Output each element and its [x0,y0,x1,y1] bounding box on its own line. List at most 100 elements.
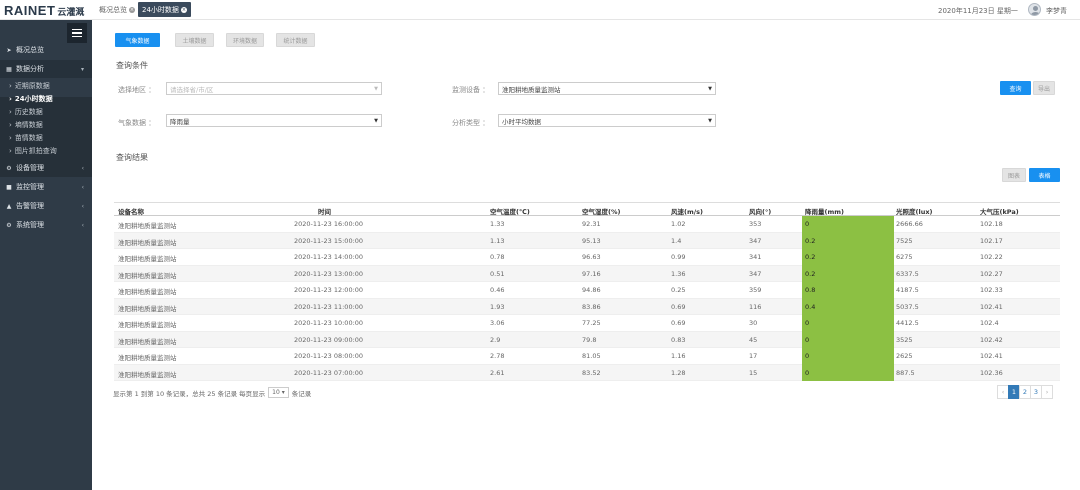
table-cell: 0 [805,352,810,360]
table-cell: 2020-11-23 08:00:00 [294,352,364,360]
sidebar-item-monitor[interactable]: ■ 监控管理 ‹ [0,178,92,196]
table-row[interactable]: 淮阳耕地质量监测站 2020-11-23 10:00:00 3.06 77.25 0.6… [114,315,1060,332]
table-row[interactable]: 淮阳耕地质量监测站 2020-11-23 15:00:00 1.13 95.13 1.4… [114,232,1060,249]
menu-toggle-button[interactable] [67,23,87,43]
sidebar-item-system[interactable]: ⚙ 系统管理 ‹ [0,216,92,234]
table-cell: 2020-11-23 12:00:00 [294,286,364,294]
col-header[interactable]: 风向(°) [749,206,771,216]
sidebar-item-overview[interactable]: ➤ 概况总览 [0,41,92,59]
table-cell: 1.4 [671,236,682,245]
table-cell: 17 [749,352,758,360]
page-size-value: 10 [272,389,280,396]
chevron-left-icon: ‹ [81,221,84,229]
table-row[interactable]: 淮阳耕地质量监测站 2020-11-23 12:00:00 0.46 94.86 0.2… [114,282,1060,299]
device-value: 淮阳耕地质量监测站 [502,85,561,94]
close-icon[interactable]: × [180,6,187,13]
table-cell: 347 [749,269,762,278]
region-select[interactable]: 请选择省/市/区 ▼ [166,82,382,95]
col-header[interactable]: 风速(m/s) [671,206,703,216]
col-header[interactable]: 时间 [318,206,331,216]
sidebar-subitem-24h[interactable]: › 24小时数据 [9,92,53,105]
tab-env-data[interactable]: 环境数据 [226,33,264,47]
tab-overview[interactable]: 概况总览 × [95,2,139,17]
logo-subtext: 云灌溉 [57,8,85,18]
table-header: 设备名称 时间 空气温度(℃) 空气湿度(%) 风速(m/s) 风向(°) 降雨… [114,202,1060,216]
table-row[interactable]: 淮阳耕地质量监测站 2020-11-23 07:00:00 2.61 83.52 1.2… [114,364,1060,381]
meteo-select[interactable]: 降雨量 ▼ [166,114,382,127]
close-icon[interactable]: × [129,6,135,13]
export-button[interactable]: 导出 [1033,81,1055,95]
table-cell: 0.78 [490,253,505,261]
table-cell: 97.16 [582,269,601,278]
table-cell: 341 [749,253,762,261]
sidebar-item-data-analysis[interactable]: ▦ 数据分析 ▾ [0,60,92,78]
col-header[interactable]: 设备名称 [118,206,144,216]
table-cell: 102.33 [980,286,1003,294]
send-icon: ➤ [6,46,12,54]
table-cell: 0.4 [805,302,816,311]
sidebar-subitem-history[interactable]: › 历史数据 [9,105,43,118]
table-cell: 92.31 [582,220,601,228]
tab-24h-data[interactable]: 24小时数据 × [138,2,191,17]
sidebar-subitem-label: 图片抓拍查询 [14,146,57,155]
sidebar-item-device[interactable]: ⚙ 设备管理 ‹ [0,159,92,177]
col-header[interactable]: 降雨量(mm) [805,206,844,216]
table-cell: 2.61 [490,368,505,377]
table-cell: 2020-11-23 11:00:00 [294,302,364,311]
analysis-label: 分析类型 ： [452,119,490,127]
table-cell: 0.99 [671,253,686,261]
table-cell: 淮阳耕地质量监测站 [118,255,177,263]
sidebar-subitem-label: 历史数据 [14,107,43,116]
rainfall-cell-highlight [802,265,894,282]
caret-down-icon: ▼ [374,118,378,124]
table-cell: 2020-11-23 10:00:00 [294,319,364,327]
table-row[interactable]: 淮阳耕地质量监测站 2020-11-23 08:00:00 2.78 81.05 1.1… [114,348,1060,365]
table-view-button[interactable]: 表格 [1029,168,1060,182]
table-row[interactable]: 淮阳耕地质量监测站 2020-11-23 09:00:00 2.9 79.8 0.83 4… [114,331,1060,348]
table-row[interactable]: 淮阳耕地质量监测站 2020-11-23 13:00:00 0.51 97.16 1.3… [114,265,1060,282]
col-header[interactable]: 光照度(lux) [896,206,933,216]
col-header[interactable]: 大气压(kPa) [980,206,1019,216]
table-cell: 0.2 [805,269,816,278]
col-header[interactable]: 空气温度(℃) [490,206,530,216]
device-label: 监测设备 ： [452,86,490,94]
sidebar: ➤ 概况总览 ▦ 数据分析 ▾ › 近期原数据 › 24小时数据 › 历史数据 › 墒情… [0,20,92,490]
sidebar-subitem-seedling[interactable]: › 苗情数据 [9,131,43,144]
rainfall-cell-highlight [802,298,894,315]
chart-view-button[interactable]: 图表 [1002,168,1026,182]
rainfall-cell-highlight [802,249,894,266]
sidebar-item-label: 告警管理 [16,202,44,210]
sidebar-subitem-recent[interactable]: › 近期原数据 [9,79,50,92]
table-icon: ▦ [6,65,12,73]
table-cell: 353 [749,220,762,228]
sidebar-subitem-soil[interactable]: › 墒情数据 [9,118,43,131]
table-cell: 2020-11-23 14:00:00 [294,253,364,261]
result-title: 查询结果 [116,153,148,162]
sidebar-item-alarm[interactable]: ▲ 告警管理 ‹ [0,197,92,215]
analysis-select[interactable]: 小时平均数据 ▼ [498,114,716,127]
caret-down-icon: ▼ [374,86,378,92]
table-row[interactable]: 淮阳耕地质量监测站 2020-11-23 16:00:00 1.33 92.31 1.0… [114,216,1060,233]
tab-stats-data[interactable]: 统计数据 [276,33,315,47]
query-button[interactable]: 查询 [1000,81,1031,95]
table-row[interactable]: 淮阳耕地质量监测站 2020-11-23 11:00:00 1.93 83.86 0.6… [114,298,1060,315]
page-next-button[interactable]: › [1041,385,1053,399]
table-cell: 0.83 [671,335,686,344]
table-cell: 102.36 [980,368,1003,377]
device-select[interactable]: 淮阳耕地质量监测站 ▼ [498,82,716,95]
rainfall-cell-highlight [802,216,894,233]
tab-meteo-data[interactable]: 气象数据 [115,33,160,47]
table-cell: 4187.5 [896,286,919,294]
table-cell: 2.78 [490,352,505,360]
table-cell: 淮阳耕地质量监测站 [118,222,177,230]
avatar[interactable] [1028,3,1041,16]
rainfall-cell-highlight [802,331,894,348]
tab-soil-data[interactable]: 土壤数据 [175,33,214,47]
user-name[interactable]: 李梦青 [1046,6,1067,16]
table-cell: 102.18 [980,220,1003,228]
table-row[interactable]: 淮阳耕地质量监测站 2020-11-23 14:00:00 0.78 96.63 0.9… [114,249,1060,266]
sidebar-subitem-snapshot[interactable]: › 图片抓拍查询 [9,144,57,157]
page-size-select[interactable]: 10 ▾ [268,387,289,398]
col-header[interactable]: 空气湿度(%) [582,206,620,216]
table-cell: 淮阳耕地质量监测站 [118,354,177,362]
